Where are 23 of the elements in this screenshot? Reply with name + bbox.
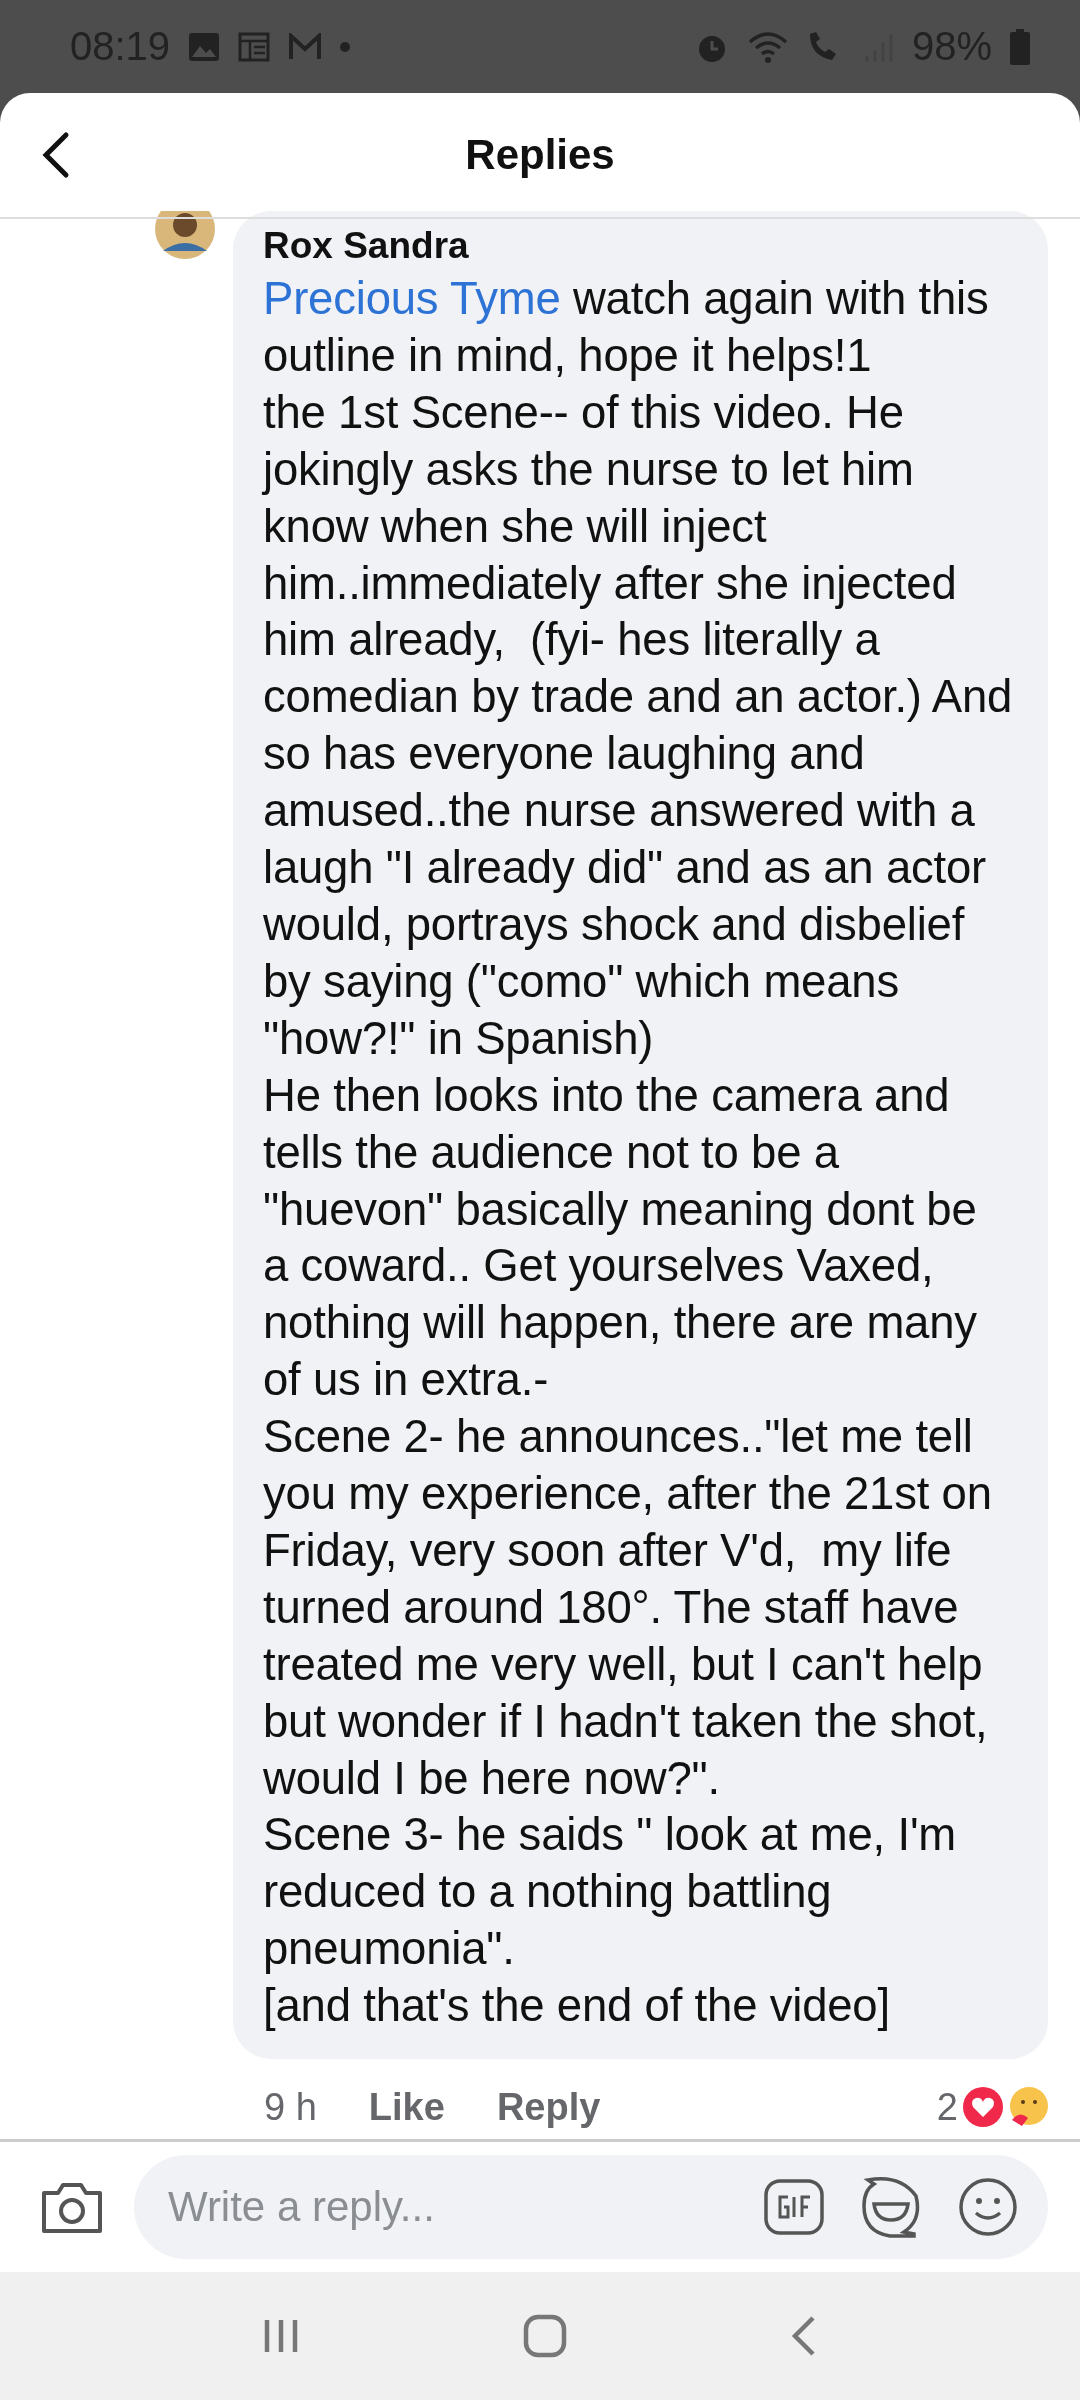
battery-icon	[1010, 28, 1030, 65]
page-title: Replies	[464, 131, 616, 179]
mail-icon	[288, 32, 323, 61]
home-button[interactable]	[523, 2314, 567, 2358]
mention-link[interactable]: Precious Tyme	[263, 273, 561, 324]
image-icon	[188, 31, 221, 62]
avatar[interactable]	[155, 211, 215, 259]
reaction-count: 2	[936, 2085, 958, 2129]
like-button[interactable]: Like	[368, 2085, 445, 2129]
sticker-icon[interactable]	[860, 2176, 922, 2238]
reply-button[interactable]: Reply	[496, 2085, 601, 2129]
emoji-icon[interactable]	[958, 2177, 1018, 2237]
reply-field[interactable]: Write a reply...	[134, 2155, 1048, 2259]
heart-reaction-icon	[962, 2086, 1004, 2128]
reply-input[interactable]: Write a reply...	[166, 2182, 728, 2232]
dot-icon	[340, 41, 351, 52]
comment-text: Precious Tyme watch again with this outline in mind, hope it helps!1 the 1st Scene-- of this video. He jokingly asks the nurse to let him know when she will inject him..immediately after she injected him already, (fyi- hes literally a comedian by trade and an actor.) And so has everyone laughing and amused..the nurse answered with a laugh "I already did" and as an actor would, portrays shock and disbelief by saying ("como" which means "how?!" in Spanish) He then looks into the camera and tells the audience not to be a "huevon" basically meaning dont be a coward.. Get yourselves Vaxed, nothing will happen, there are many of us in extra.- Scene 2- he announces.."let me tell you my experience, after the 21st on Friday, very soon after V'd, my life turned around 180°. The staff have treated me very well, but I can't help but wonder if I hadn't taken the shot, would I be here now?". Scene 3- he saids " look at me, I'm reduced to a nothing battling pneumonia". [and that's the end of the video]	[263, 272, 1014, 2034]
author-name[interactable]: Rox Sandra	[263, 221, 1014, 271]
wifi-icon	[747, 29, 788, 64]
comment-time: 9 h	[264, 2085, 317, 2129]
calendar-icon	[238, 31, 271, 62]
gif-icon[interactable]	[764, 2179, 824, 2235]
care-reaction-icon	[1008, 2086, 1050, 2128]
